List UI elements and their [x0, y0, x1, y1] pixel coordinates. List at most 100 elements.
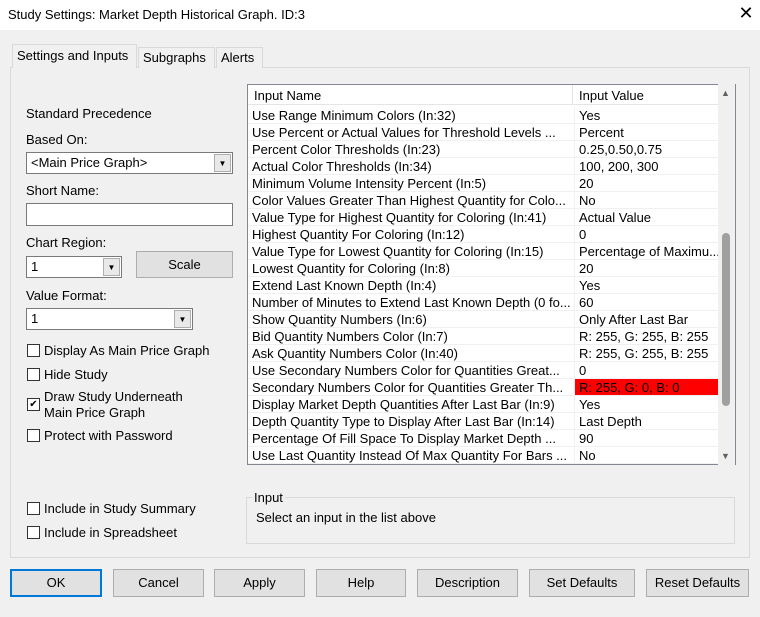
standard-precedence-label: Standard Precedence: [26, 106, 152, 121]
input-value[interactable]: 20: [574, 260, 718, 276]
input-value[interactable]: Actual Value: [574, 209, 718, 225]
table-row[interactable]: Secondary Numbers Color for Quantities G…: [248, 379, 719, 396]
input-value[interactable]: 0.25,0.50,0.75: [574, 141, 718, 157]
value-format-select[interactable]: 1 ▼: [26, 308, 193, 330]
set-defaults-button[interactable]: Set Defaults: [529, 569, 635, 597]
input-name: Use Last Quantity Instead Of Max Quantit…: [252, 448, 568, 463]
inputs-list[interactable]: Input Name Input Value Use Range Minimum…: [247, 84, 736, 465]
column-header-input-value[interactable]: Input Value: [573, 85, 719, 105]
input-name: Ask Quantity Numbers Color (In:40): [252, 346, 458, 361]
table-row[interactable]: Use Range Minimum Colors (In:32) Yes: [248, 107, 719, 124]
chevron-down-icon: ▼: [214, 154, 231, 172]
short-name-input[interactable]: [26, 203, 233, 226]
input-name: Bid Quantity Numbers Color (In:7): [252, 329, 448, 344]
checkbox-box[interactable]: [27, 526, 40, 539]
table-row[interactable]: Use Percent or Actual Values for Thresho…: [248, 124, 719, 141]
table-row[interactable]: Value Type for Highest Quantity for Colo…: [248, 209, 719, 226]
value-format-value: 1: [31, 311, 39, 326]
table-row[interactable]: Ask Quantity Numbers Color (In:40) R: 255…: [248, 345, 719, 362]
input-value[interactable]: Only After Last Bar: [574, 311, 718, 327]
input-name: Highest Quantity For Coloring (In:12): [252, 227, 465, 242]
input-name: Use Range Minimum Colors (In:32): [252, 108, 456, 123]
table-row[interactable]: Highest Quantity For Coloring (In:12) 0: [248, 226, 719, 243]
checkbox-label: Include in Spreadsheet: [44, 525, 177, 540]
input-value[interactable]: 0: [574, 362, 718, 378]
tab-subgraphs[interactable]: Subgraphs: [138, 47, 215, 68]
table-row[interactable]: Use Secondary Numbers Color for Quantiti…: [248, 362, 719, 379]
checkbox-box[interactable]: ✔: [27, 398, 40, 411]
based-on-value: <Main Price Graph>: [31, 155, 148, 170]
table-row[interactable]: Number of Minutes to Extend Last Known D…: [248, 294, 719, 311]
reset-defaults-button[interactable]: Reset Defaults: [646, 569, 749, 597]
table-row[interactable]: Extend Last Known Depth (In:4) Yes: [248, 277, 719, 294]
table-row[interactable]: Lowest Quantity for Coloring (In:8) 20: [248, 260, 719, 277]
table-row[interactable]: Value Type for Lowest Quantity for Color…: [248, 243, 719, 260]
description-button[interactable]: Description: [417, 569, 518, 597]
input-name: Number of Minutes to Extend Last Known D…: [252, 295, 570, 310]
column-header-input-name[interactable]: Input Name: [248, 85, 573, 105]
input-value[interactable]: 0: [574, 226, 718, 242]
input-value[interactable]: 60: [574, 294, 718, 310]
input-value[interactable]: Yes: [574, 107, 718, 123]
input-value[interactable]: No: [574, 192, 718, 208]
table-row[interactable]: Percent Color Thresholds (In:23) 0.25,0.5…: [248, 141, 719, 158]
input-value[interactable]: 20: [574, 175, 718, 191]
input-value[interactable]: No: [574, 447, 718, 463]
chevron-down-icon: ▼: [103, 258, 120, 276]
table-row[interactable]: Use Last Quantity Instead Of Max Quantit…: [248, 447, 719, 464]
window-title: Study Settings: Market Depth Historical …: [8, 7, 305, 22]
input-value[interactable]: R: 255, G: 0, B: 0: [574, 379, 718, 395]
table-row[interactable]: Minimum Volume Intensity Percent (In:5) 2…: [248, 175, 719, 192]
input-value[interactable]: Percentage of Maximu...: [574, 243, 718, 259]
chart-region-label: Chart Region:: [26, 235, 107, 250]
input-value[interactable]: R: 255, G: 255, B: 255: [574, 328, 718, 344]
input-name: Show Quantity Numbers (In:6): [252, 312, 427, 327]
table-row[interactable]: Show Quantity Numbers (In:6) Only After L…: [248, 311, 719, 328]
table-row[interactable]: Bid Quantity Numbers Color (In:7) R: 255,…: [248, 328, 719, 345]
input-name: Use Secondary Numbers Color for Quantiti…: [252, 363, 560, 378]
tab-alerts[interactable]: Alerts: [216, 47, 263, 68]
checkbox-box[interactable]: [27, 344, 40, 357]
input-name: Depth Quantity Type to Display After Las…: [252, 414, 555, 429]
based-on-label: Based On:: [26, 132, 88, 147]
scroll-up-icon[interactable]: ▲: [721, 88, 730, 98]
ok-button[interactable]: OK: [10, 569, 102, 597]
checkbox-box[interactable]: [27, 368, 40, 381]
chart-region-value: 1: [31, 259, 39, 274]
input-group-title: Input: [252, 490, 285, 505]
checkbox-label: Protect with Password: [44, 428, 173, 443]
checkbox-box[interactable]: [27, 502, 40, 515]
tab-settings-and-inputs[interactable]: Settings and Inputs: [12, 44, 137, 68]
input-name: Use Percent or Actual Values for Thresho…: [252, 125, 556, 140]
apply-button[interactable]: Apply: [214, 569, 305, 597]
input-value[interactable]: Last Depth: [574, 413, 718, 429]
input-value[interactable]: 100, 200, 300: [574, 158, 718, 174]
table-row[interactable]: Percentage Of Fill Space To Display Mark…: [248, 430, 719, 447]
cancel-button[interactable]: Cancel: [113, 569, 204, 597]
based-on-select[interactable]: <Main Price Graph> ▼: [26, 152, 233, 174]
chevron-down-icon: ▼: [174, 310, 191, 328]
table-row[interactable]: Display Market Depth Quantities After La…: [248, 396, 719, 413]
input-name: Actual Color Thresholds (In:34): [252, 159, 432, 174]
input-value[interactable]: Percent: [574, 124, 718, 140]
close-icon[interactable]: ✕: [736, 3, 756, 25]
input-name: Extend Last Known Depth (In:4): [252, 278, 437, 293]
checkbox-label: Include in Study Summary: [44, 501, 196, 516]
input-value[interactable]: Yes: [574, 277, 718, 293]
short-name-label: Short Name:: [26, 183, 99, 198]
input-name: Secondary Numbers Color for Quantities G…: [252, 380, 564, 395]
input-value[interactable]: Yes: [574, 396, 718, 412]
checkbox-label: Draw Study Underneath Main Price Graph: [44, 389, 183, 420]
table-row[interactable]: Depth Quantity Type to Display After Las…: [248, 413, 719, 430]
table-row[interactable]: Color Values Greater Than Highest Quanti…: [248, 192, 719, 209]
scale-button[interactable]: Scale: [136, 251, 233, 278]
input-value[interactable]: R: 255, G: 255, B: 255: [574, 345, 718, 361]
scrollbar-thumb[interactable]: [722, 233, 730, 406]
chart-region-select[interactable]: 1 ▼: [26, 256, 122, 278]
table-row[interactable]: Actual Color Thresholds (In:34) 100, 200,…: [248, 158, 719, 175]
input-value[interactable]: 90: [574, 430, 718, 446]
help-button[interactable]: Help: [316, 569, 406, 597]
input-name: Percentage Of Fill Space To Display Mark…: [252, 431, 556, 446]
checkbox-box[interactable]: [27, 429, 40, 442]
scroll-down-icon[interactable]: ▼: [721, 451, 730, 461]
